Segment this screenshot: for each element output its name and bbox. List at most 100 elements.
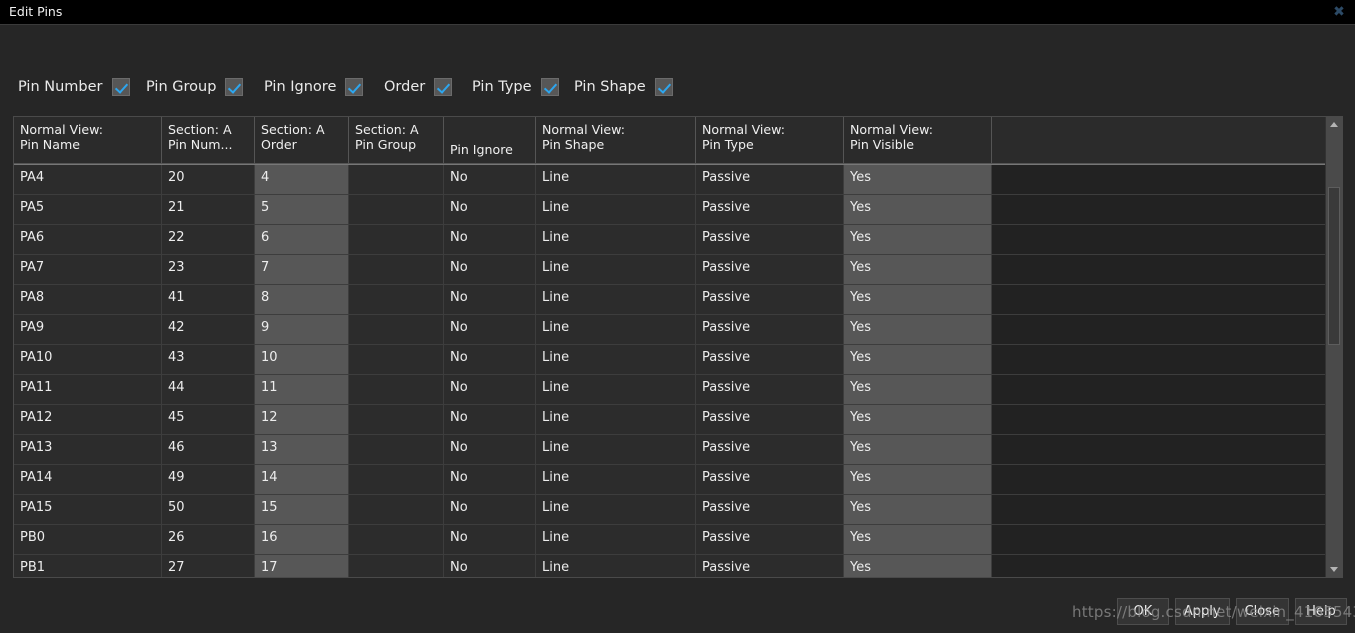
table-cell-pin_shape[interactable]: Line — [536, 255, 696, 284]
table-cell-pin_shape[interactable]: Line — [536, 375, 696, 404]
table-cell-pin_ignore[interactable]: No — [444, 375, 536, 404]
table-cell-pin_group[interactable] — [349, 555, 444, 577]
table-cell-pin_name[interactable]: PA6 — [14, 225, 162, 254]
help-button[interactable]: Help — [1295, 598, 1347, 625]
table-cell-pin_shape[interactable]: Line — [536, 495, 696, 524]
filter-group-pin-ignore[interactable]: Pin Ignore — [264, 75, 364, 99]
close-button[interactable]: Close — [1235, 598, 1289, 625]
checkbox-pin-group[interactable] — [225, 78, 244, 96]
table-cell-pin_type[interactable]: Passive — [696, 165, 844, 194]
table-cell-pin_ignore[interactable]: No — [444, 405, 536, 434]
table-cell-pin_shape[interactable]: Line — [536, 315, 696, 344]
table-cell-pin_type[interactable]: Passive — [696, 225, 844, 254]
table-cell-pin_group[interactable] — [349, 225, 444, 254]
table-cell-pin_name[interactable]: PB0 — [14, 525, 162, 554]
table-row[interactable]: PB1 27 17 No Line Passive Yes — [14, 555, 1326, 577]
table-cell-pin_ignore[interactable]: No — [444, 525, 536, 554]
scroll-down-arrow-icon[interactable] — [1326, 561, 1342, 577]
table-cell-pin_shape[interactable]: Line — [536, 435, 696, 464]
column-header-pin_ignore[interactable]: Pin Ignore — [444, 117, 536, 163]
table-cell-pin_visible[interactable]: Yes — [844, 465, 992, 494]
table-cell-pin_name[interactable]: PA4 — [14, 165, 162, 194]
column-header-order[interactable]: Section: A Order — [255, 117, 349, 163]
checkbox-order[interactable] — [434, 78, 453, 96]
table-cell-pin_shape[interactable]: Line — [536, 405, 696, 434]
table-cell-pin_name[interactable]: PA11 — [14, 375, 162, 404]
table-cell-pin_type[interactable]: Passive — [696, 465, 844, 494]
filter-group-pin-type[interactable]: Pin Type — [472, 75, 559, 99]
table-cell-pin_type[interactable]: Passive — [696, 495, 844, 524]
table-cell-pin_ignore[interactable]: No — [444, 225, 536, 254]
table-cell-pin_name[interactable]: PA12 — [14, 405, 162, 434]
table-cell-pin_visible[interactable]: Yes — [844, 555, 992, 577]
table-cell-pin_ignore[interactable]: No — [444, 435, 536, 464]
column-header-pin_visible[interactable]: Normal View: Pin Visible — [844, 117, 992, 163]
table-cell-pin_type[interactable]: Passive — [696, 555, 844, 577]
column-header-pin_name[interactable]: Normal View: Pin Name — [14, 117, 162, 163]
table-cell-pin_name[interactable]: PA5 — [14, 195, 162, 224]
table-cell-pin_visible[interactable]: Yes — [844, 255, 992, 284]
table-cell-pin_visible[interactable]: Yes — [844, 225, 992, 254]
table-cell-pin_number[interactable]: 49 — [162, 465, 255, 494]
table-cell-pin_ignore[interactable]: No — [444, 555, 536, 577]
table-cell-pin_ignore[interactable]: No — [444, 165, 536, 194]
table-cell-pin_number[interactable]: 50 — [162, 495, 255, 524]
table-cell-order[interactable]: 7 — [255, 255, 349, 284]
table-row[interactable]: PA6 22 6 No Line Passive Yes — [14, 225, 1326, 255]
table-cell-pin_type[interactable]: Passive — [696, 525, 844, 554]
table-cell-pin_type[interactable]: Passive — [696, 435, 844, 464]
table-cell-pin_visible[interactable]: Yes — [844, 495, 992, 524]
table-cell-order[interactable]: 11 — [255, 375, 349, 404]
table-cell-pin_ignore[interactable]: No — [444, 315, 536, 344]
table-cell-pin_visible[interactable]: Yes — [844, 435, 992, 464]
filter-group-pin-shape[interactable]: Pin Shape — [574, 75, 673, 99]
table-cell-order[interactable]: 17 — [255, 555, 349, 577]
table-cell-pin_name[interactable]: PA8 — [14, 285, 162, 314]
table-cell-pin_type[interactable]: Passive — [696, 375, 844, 404]
table-cell-pin_visible[interactable]: Yes — [844, 195, 992, 224]
table-cell-pin_ignore[interactable]: No — [444, 465, 536, 494]
table-cell-pin_name[interactable]: PA15 — [14, 495, 162, 524]
table-cell-pin_number[interactable]: 26 — [162, 525, 255, 554]
filter-group-pin-group[interactable]: Pin Group — [146, 75, 244, 99]
table-cell-pin_type[interactable]: Passive — [696, 195, 844, 224]
table-cell-pin_visible[interactable]: Yes — [844, 375, 992, 404]
table-cell-pin_group[interactable] — [349, 165, 444, 194]
scroll-up-arrow-icon[interactable] — [1326, 117, 1342, 133]
table-cell-pin_type[interactable]: Passive — [696, 315, 844, 344]
table-cell-pin_type[interactable]: Passive — [696, 345, 844, 374]
table-cell-order[interactable]: 6 — [255, 225, 349, 254]
table-body[interactable]: PA4 20 4 No Line Passive Yes PA5 21 5 No Line Passiv… — [14, 164, 1326, 577]
table-cell-pin_shape[interactable]: Line — [536, 195, 696, 224]
table-cell-pin_number[interactable]: 20 — [162, 165, 255, 194]
vertical-scrollbar-thumb[interactable] — [1328, 187, 1340, 345]
table-cell-pin_ignore[interactable]: No — [444, 195, 536, 224]
table-cell-pin_group[interactable] — [349, 315, 444, 344]
checkbox-pin-number[interactable] — [111, 78, 130, 96]
filter-group-order[interactable]: Order — [384, 75, 453, 99]
checkbox-pin-type[interactable] — [540, 78, 559, 96]
table-row[interactable]: PA10 43 10 No Line Passive Yes — [14, 345, 1326, 375]
table-row[interactable]: PA12 45 12 No Line Passive Yes — [14, 405, 1326, 435]
table-cell-pin_shape[interactable]: Line — [536, 225, 696, 254]
checkbox-pin-shape[interactable] — [654, 78, 673, 96]
table-row[interactable]: PA8 41 8 No Line Passive Yes — [14, 285, 1326, 315]
table-cell-pin_group[interactable] — [349, 285, 444, 314]
table-row[interactable]: PA11 44 11 No Line Passive Yes — [14, 375, 1326, 405]
table-cell-pin_group[interactable] — [349, 465, 444, 494]
table-cell-pin_visible[interactable]: Yes — [844, 315, 992, 344]
table-cell-pin_name[interactable]: PA14 — [14, 465, 162, 494]
table-cell-pin_name[interactable]: PA13 — [14, 435, 162, 464]
table-cell-pin_shape[interactable]: Line — [536, 555, 696, 577]
table-row[interactable]: PA5 21 5 No Line Passive Yes — [14, 195, 1326, 225]
table-cell-pin_shape[interactable]: Line — [536, 345, 696, 374]
table-cell-pin_number[interactable]: 45 — [162, 405, 255, 434]
table-cell-pin_shape[interactable]: Line — [536, 525, 696, 554]
table-cell-order[interactable]: 5 — [255, 195, 349, 224]
ok-button[interactable]: OK — [1116, 598, 1169, 625]
table-cell-pin_ignore[interactable]: No — [444, 255, 536, 284]
table-cell-pin_group[interactable] — [349, 495, 444, 524]
table-cell-pin_name[interactable]: PA7 — [14, 255, 162, 284]
table-cell-pin_type[interactable]: Passive — [696, 255, 844, 284]
table-cell-pin_number[interactable]: 46 — [162, 435, 255, 464]
